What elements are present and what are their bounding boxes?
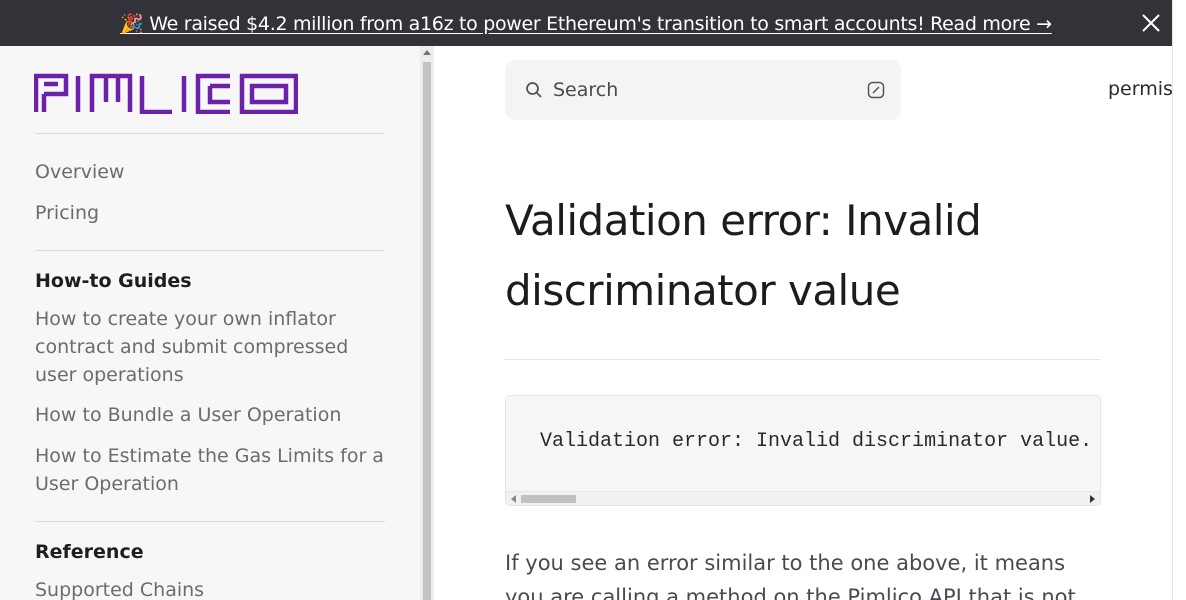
search-placeholder: Search (553, 79, 619, 101)
sidebar-scrollbar[interactable] (420, 46, 434, 600)
code-scroll-thumb[interactable] (521, 495, 576, 503)
party-popper-emoji: 🎉 (120, 12, 144, 35)
scroll-right-arrow-icon[interactable] (1090, 495, 1095, 503)
sidebar-item-gas-limits-guide[interactable]: How to Estimate the Gas Limits for a Use… (35, 442, 390, 498)
pimlico-logo[interactable] (34, 72, 298, 114)
window-scrollbar[interactable] (1172, 0, 1186, 600)
search-button[interactable]: Search (505, 60, 901, 120)
scroll-left-arrow-icon[interactable] (511, 495, 516, 503)
sidebar-item-inflator-guide[interactable]: How to create your own inflator contract… (35, 305, 390, 389)
sidebar-divider (35, 133, 385, 134)
sidebar-scroll-thumb[interactable] (423, 62, 431, 600)
scroll-up-arrow-icon[interactable] (423, 50, 431, 55)
sidebar-item-overview[interactable]: Overview (35, 158, 390, 186)
title-divider (505, 359, 1101, 360)
sidebar-divider (35, 521, 385, 522)
announcement-link[interactable]: 🎉 We raised $4.2 million from a16z to po… (120, 12, 1052, 35)
code-text: Validation error: Invalid discriminator … (540, 430, 1093, 453)
sidebar-item-bundle-guide[interactable]: How to Bundle a User Operation (35, 401, 390, 429)
top-nav-link[interactable]: permis (1108, 78, 1173, 100)
announcement-banner: 🎉 We raised $4.2 million from a16z to po… (0, 0, 1172, 46)
code-horizontal-scrollbar[interactable] (506, 491, 1100, 505)
keyboard-shortcut-icon (867, 81, 885, 99)
body-paragraph: If you see an error similar to the one a… (505, 551, 1076, 600)
sidebar-divider (35, 250, 385, 251)
close-icon[interactable] (1140, 12, 1162, 34)
sidebar-item-supported-chains[interactable]: Supported Chains (35, 576, 390, 600)
page-title: Validation error: Invalid discriminator … (505, 196, 982, 315)
search-icon (526, 82, 542, 98)
announcement-text: We raised $4.2 million from a16z to powe… (143, 12, 1052, 35)
sidebar-heading-how-to-guides: How-to Guides (35, 270, 192, 292)
sidebar-heading-reference: Reference (35, 541, 144, 563)
sidebar-item-pricing[interactable]: Pricing (35, 199, 390, 227)
code-block: Validation error: Invalid discriminator … (505, 395, 1101, 506)
sidebar: Overview Pricing How-to Guides How to cr… (0, 46, 420, 600)
